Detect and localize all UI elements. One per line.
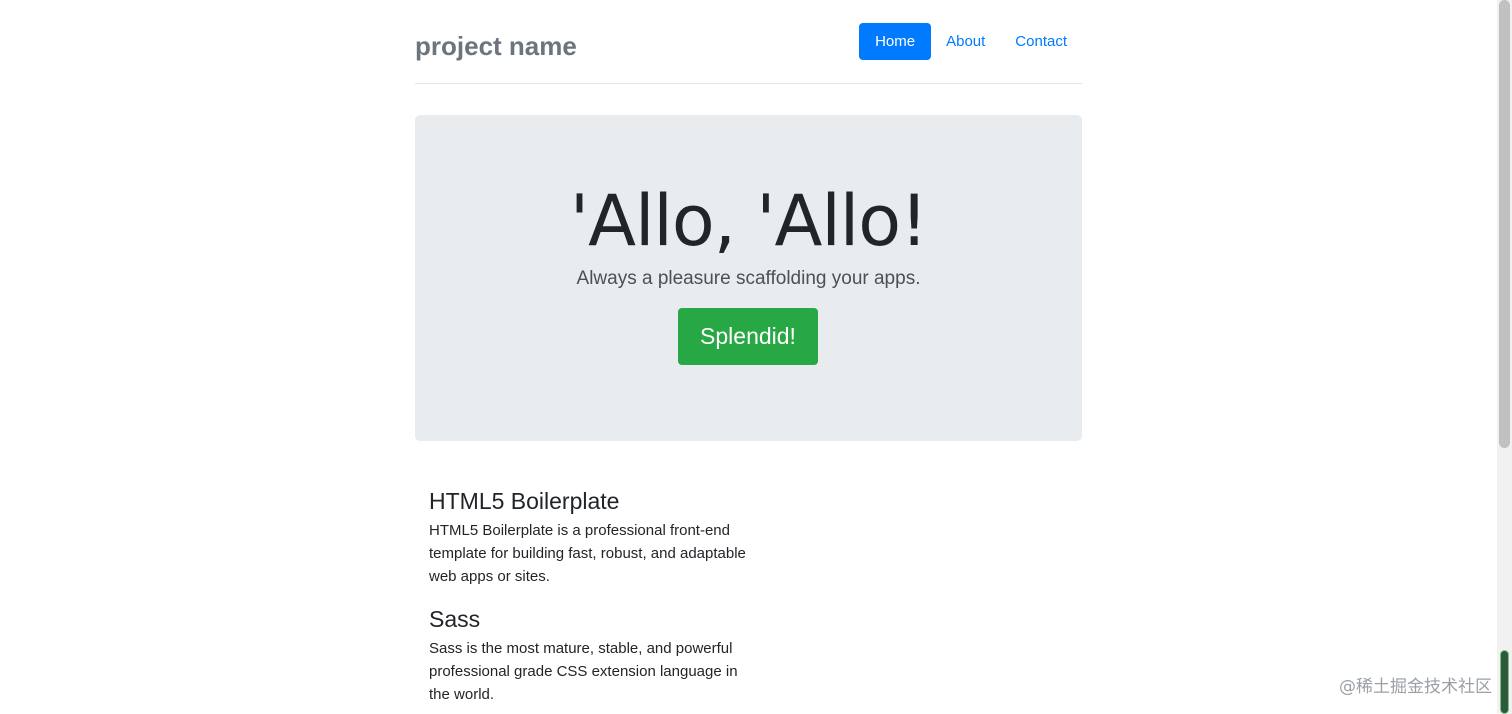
marketing-section: HTML5 Boilerplate HTML5 Boilerplate is a…: [429, 486, 749, 706]
nav-pills: Home About Contact: [859, 23, 1082, 60]
header: project name Home About Contact: [415, 0, 1082, 84]
scrollbar-thumb[interactable]: [1499, 0, 1510, 448]
jumbotron: 'Allo, 'Allo! Always a pleasure scaffold…: [415, 115, 1082, 441]
vertical-scrollbar[interactable]: [1497, 0, 1512, 714]
scroll-indicator: [1500, 650, 1509, 714]
nav-about[interactable]: About: [931, 23, 1000, 60]
main-container: project name Home About Contact 'Allo, '…: [415, 0, 1082, 703]
page: project name Home About Contact 'Allo, '…: [0, 0, 1512, 714]
feature-text: Sass is the most mature, stable, and pow…: [429, 640, 738, 703]
nav-home[interactable]: Home: [859, 23, 932, 60]
nav-contact[interactable]: Contact: [1000, 23, 1082, 60]
feature-text: HTML5 Boilerplate is a professional fron…: [429, 522, 746, 585]
feature-html5-boilerplate: HTML5 Boilerplate HTML5 Boilerplate is a…: [429, 486, 749, 588]
feature-sass: Sass Sass is the most mature, stable, an…: [429, 604, 749, 706]
feature-title: Sass: [429, 606, 481, 632]
watermark: @稀土掘金技术社区: [1339, 677, 1492, 697]
brand-title[interactable]: project name: [415, 29, 577, 63]
splendid-button[interactable]: Splendid!: [678, 308, 818, 365]
jumbotron-lead: Always a pleasure scaffolding your apps.: [576, 268, 921, 289]
feature-title: HTML5 Boilerplate: [429, 488, 620, 514]
jumbotron-title: 'Allo, 'Allo!: [569, 180, 928, 262]
